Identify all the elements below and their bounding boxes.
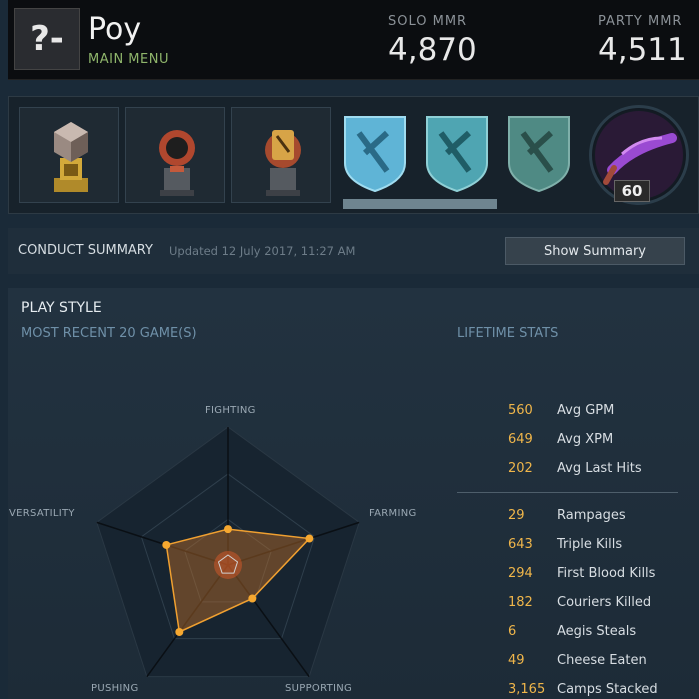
- play-style-panel: PLAY STYLE MOST RECENT 20 GAME(S) LIFETI…: [8, 288, 699, 699]
- party-mmr-value: 4,511: [598, 32, 687, 68]
- play-style-radar: [96, 426, 360, 678]
- profile-header: ?- Poy MAIN MENU SOLO MMR 4,870 PARTY MM…: [8, 0, 699, 80]
- stat-value: 29: [508, 508, 525, 523]
- main-menu-link[interactable]: MAIN MENU: [88, 52, 169, 67]
- radar-point-versatility: [162, 540, 171, 549]
- axis-label-farming: FARMING: [369, 508, 417, 519]
- stat-label: Rampages: [557, 508, 626, 523]
- dota-shield-icon: [344, 116, 406, 193]
- trophy-tower-red[interactable]: [125, 107, 225, 203]
- stat-value: 560: [508, 403, 533, 418]
- lifetime-stats-title: LIFETIME STATS: [457, 326, 559, 341]
- tower-shield-trophy-icon: [265, 130, 301, 196]
- stat-label: Camps Stacked: [557, 682, 658, 697]
- tower-trophy-icon: [159, 130, 195, 196]
- solo-mmr-value: 4,870: [388, 32, 477, 68]
- conduct-summary-panel: CONDUCT SUMMARY Updated 12 July 2017, 11…: [8, 228, 699, 274]
- stat-label: Avg GPM: [557, 403, 615, 418]
- badge-progress-bar: [343, 199, 497, 209]
- avatar[interactable]: ?-: [14, 8, 80, 70]
- unknown-avatar-icon: ?-: [30, 19, 64, 59]
- stat-value: 294: [508, 566, 533, 581]
- season-badge-3[interactable]: [503, 111, 575, 195]
- axis-label-supporting: SUPPORTING: [285, 683, 353, 694]
- level-badge: 60: [614, 180, 650, 202]
- stat-value: 202: [508, 461, 533, 476]
- stat-value: 649: [508, 432, 533, 447]
- stat-value: 49: [508, 653, 525, 668]
- conduct-title: CONDUCT SUMMARY: [18, 243, 153, 258]
- dota-shield-icon: [426, 116, 488, 193]
- stat-label: Cheese Eaten: [557, 653, 647, 668]
- stat-value: 6: [508, 624, 517, 639]
- stat-label: Aegis Steals: [557, 624, 637, 639]
- stat-label: Couriers Killed: [557, 595, 652, 610]
- radar-point-fighting: [224, 525, 232, 534]
- player-name: Poy: [88, 12, 142, 47]
- cube-trophy-icon: [54, 122, 88, 192]
- trophy-cube-gold[interactable]: [19, 107, 119, 203]
- axis-label-fighting: FIGHTING: [205, 405, 256, 416]
- trophy-bar: [8, 96, 699, 214]
- stats-divider: [457, 492, 678, 493]
- stat-value: 3,165: [508, 682, 546, 697]
- stat-value: 643: [508, 537, 533, 552]
- stat-label: Avg XPM: [557, 432, 614, 447]
- party-mmr-label: PARTY MMR: [598, 14, 683, 29]
- radar-point-supporting: [248, 594, 257, 603]
- conduct-updated-time: Updated 12 July 2017, 11:27 AM: [169, 244, 356, 258]
- season-badge-2[interactable]: [421, 111, 493, 195]
- radar-point-pushing: [175, 627, 184, 636]
- stat-label: Triple Kills: [557, 537, 623, 552]
- radar-point-farming: [305, 534, 314, 543]
- stat-label: Avg Last Hits: [557, 461, 642, 476]
- stat-label: First Blood Kills: [557, 566, 656, 581]
- axis-label-versatility: VERSATILITY: [9, 508, 75, 519]
- axis-label-pushing: PUSHING: [91, 683, 139, 694]
- show-summary-button[interactable]: Show Summary: [505, 237, 685, 265]
- solo-mmr-label: SOLO MMR: [388, 14, 468, 29]
- dota-shield-icon: [508, 116, 570, 193]
- stat-value: 182: [508, 595, 533, 610]
- trophy-tower-gold[interactable]: [231, 107, 331, 203]
- season-badge-1[interactable]: [339, 111, 411, 195]
